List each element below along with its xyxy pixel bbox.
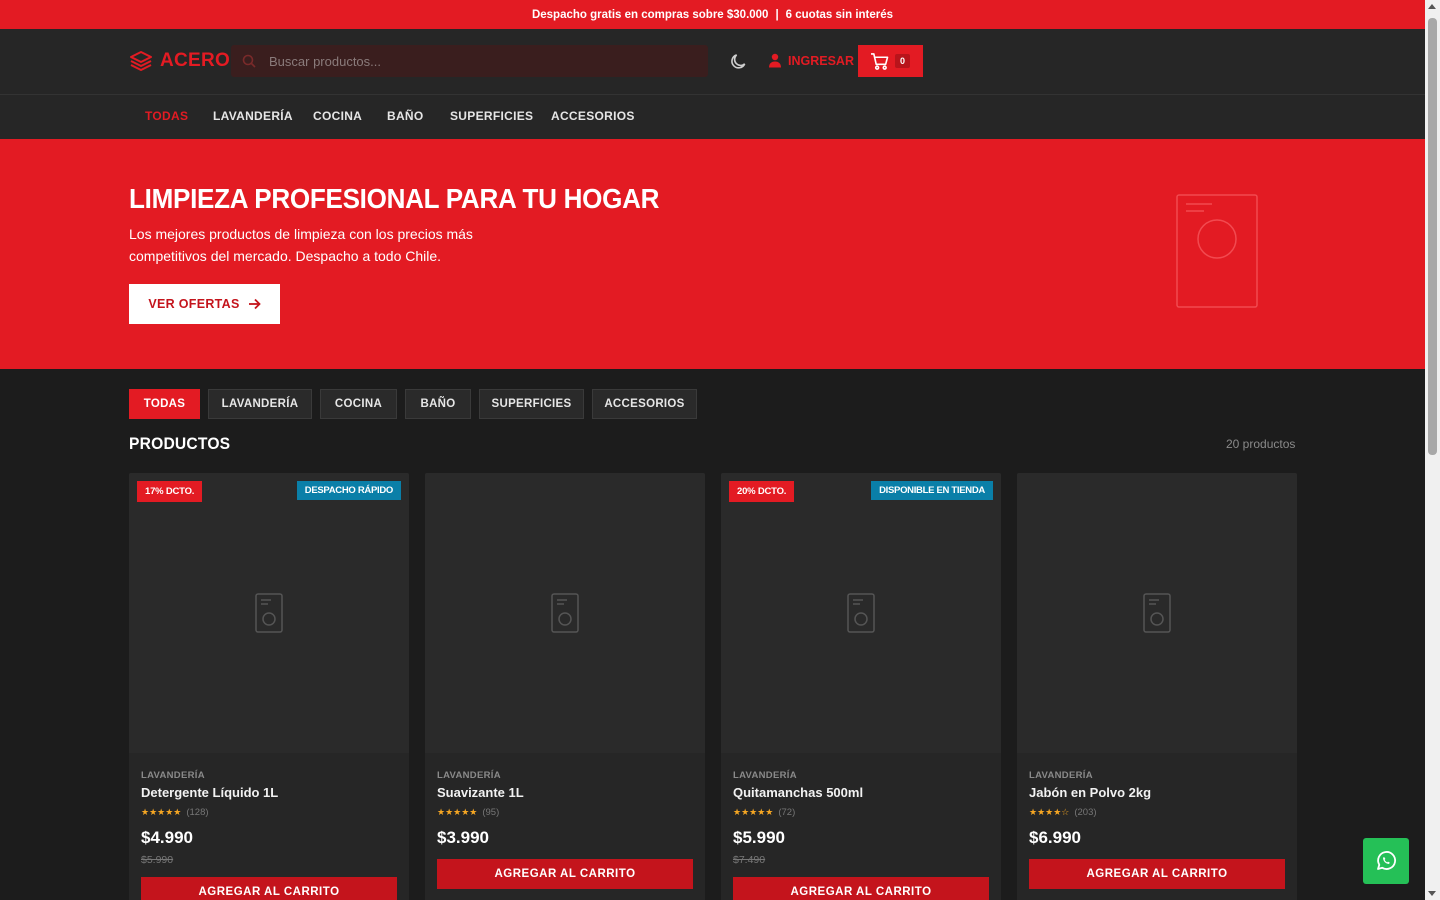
product-image[interactable] [721,473,1001,753]
product-category: LAVANDERÍA [733,770,797,781]
product-rating: ★★★★★ (95) [437,807,499,818]
nav-item-todas[interactable]: TODAS [145,109,188,123]
filter-accesorios[interactable]: ACCESORIOS [592,389,697,419]
add-to-cart-button[interactable]: AGREGAR AL CARRITO [141,877,397,900]
rating-stars: ★★★★☆ [1029,807,1070,817]
shipping-badge: DESPACHO RÁPIDO [296,481,401,500]
product-placeholder-icon [847,593,875,633]
rating-stars: ★★★★★ [437,807,478,817]
add-to-cart-button[interactable]: AGREGAR AL CARRITO [1029,859,1285,889]
product-category: LAVANDERÍA [437,770,501,781]
products-count: 20 productos [1226,437,1296,451]
filter-cocina[interactable]: COCINA [320,389,397,419]
category-nav: TODAS LAVANDERÍA COCINA BAÑO SUPERFICIES… [0,94,1425,139]
filter-lavanderia[interactable]: LAVANDERÍA [208,389,312,419]
discount-badge: 20% DCTO. [729,481,795,502]
discount-badge: 17% DCTO. [137,481,203,502]
user-icon [769,53,781,68]
scrollbar-thumb[interactable] [1428,18,1437,455]
product-old-price: $5.990 [141,854,174,866]
logo[interactable]: ACERO [129,49,230,73]
product-rating: ★★★★☆ (203) [1029,807,1097,818]
product-card[interactable]: 20% DCTO. DISPONIBLE EN TIENDA LAVANDERÍ… [721,473,1001,900]
product-placeholder-icon [255,593,283,633]
product-price: $5.990 [733,828,785,847]
login-button[interactable]: INGRESAR [768,53,854,68]
product-name[interactable]: Jabón en Polvo 2kg [1029,785,1151,800]
arrow-right-icon [248,298,261,310]
product-category: LAVANDERÍA [1029,770,1093,781]
product-card[interactable]: LAVANDERÍA Jabón en Polvo 2kg ★★★★☆ (203… [1017,473,1297,900]
review-count: (203) [1074,807,1097,818]
site-header: ACERO INGRESAR 0 [0,29,1425,94]
search-icon [242,54,256,68]
product-name[interactable]: Quitamanchas 500ml [733,785,863,800]
product-name[interactable]: Detergente Líquido 1L [141,785,278,800]
hero-subtitle: Los mejores productos de limpieza con lo… [129,226,473,264]
product-name[interactable]: Suavizante 1L [437,785,524,800]
announcement-bar: Despacho gratis en compras sobre $30.000… [0,0,1425,29]
layers-icon [130,51,152,71]
nav-item-lavanderia[interactable]: LAVANDERÍA [213,109,293,123]
view-offers-button[interactable]: VER OFERTAS [129,284,280,324]
filter-bano[interactable]: BAÑO [405,389,471,419]
whatsapp-icon [1377,851,1396,870]
washing-machine-icon [1176,194,1258,308]
scroll-down-arrow-icon[interactable] [1428,891,1436,896]
rating-stars: ★★★★★ [733,807,774,817]
add-to-cart-button[interactable]: AGREGAR AL CARRITO [733,877,989,900]
installments-message: 6 cuotas sin interés [785,8,894,21]
product-rating: ★★★★★ (128) [141,807,209,818]
product-image[interactable] [129,473,409,753]
moon-icon[interactable] [729,52,748,71]
hero-title: LIMPIEZA PROFESIONAL PARA TU HOGAR [129,183,660,214]
nav-item-cocina[interactable]: COCINA [313,109,362,123]
product-category: LAVANDERÍA [141,770,205,781]
rating-stars: ★★★★★ [141,807,182,817]
product-placeholder-icon [551,593,579,633]
filter-todas[interactable]: TODAS [129,389,200,419]
nav-item-bano[interactable]: BAÑO [387,109,424,123]
product-placeholder-icon [1143,593,1171,633]
product-rating: ★★★★★ (72) [733,807,795,818]
product-price: $3.990 [437,828,489,847]
product-old-price: $7.490 [733,854,766,866]
add-to-cart-button[interactable]: AGREGAR AL CARRITO [437,859,693,889]
product-price: $6.990 [1029,828,1081,847]
nav-item-superficies[interactable]: SUPERFICIES [450,109,533,123]
logo-text: ACERO [160,50,231,71]
nav-item-accesorios[interactable]: ACCESORIOS [551,109,635,123]
cart-button[interactable]: 0 [858,45,923,77]
review-count: (128) [186,807,209,818]
products-title: PRODUCTOS [129,434,231,453]
shipping-message: Despacho gratis en compras sobre $30.000 [531,8,769,21]
cart-icon [871,52,889,70]
search-bar[interactable] [231,45,708,77]
product-image[interactable] [425,473,705,753]
product-price: $4.990 [141,828,193,847]
review-count: (95) [482,807,500,818]
filter-superficies[interactable]: SUPERFICIES [479,389,584,419]
cart-count-badge: 0 [895,54,911,68]
announcement-separator: | [775,8,779,21]
login-label: INGRESAR [788,53,854,68]
review-count: (72) [778,807,796,818]
search-input[interactable] [231,53,708,69]
view-offers-label: VER OFERTAS [148,297,240,311]
whatsapp-button[interactable] [1363,838,1409,884]
product-image[interactable] [1017,473,1297,753]
scroll-up-arrow-icon[interactable] [1428,4,1436,9]
product-card[interactable]: LAVANDERÍA Suavizante 1L ★★★★★ (95) $3.9… [425,473,705,900]
hero-banner: LIMPIEZA PROFESIONAL PARA TU HOGAR Los m… [0,139,1425,369]
store-availability-badge: DISPONIBLE EN TIENDA [871,481,993,500]
page-scrollbar[interactable] [1425,0,1440,900]
product-card[interactable]: 17% DCTO. DESPACHO RÁPIDO LAVANDERÍA Det… [129,473,409,900]
